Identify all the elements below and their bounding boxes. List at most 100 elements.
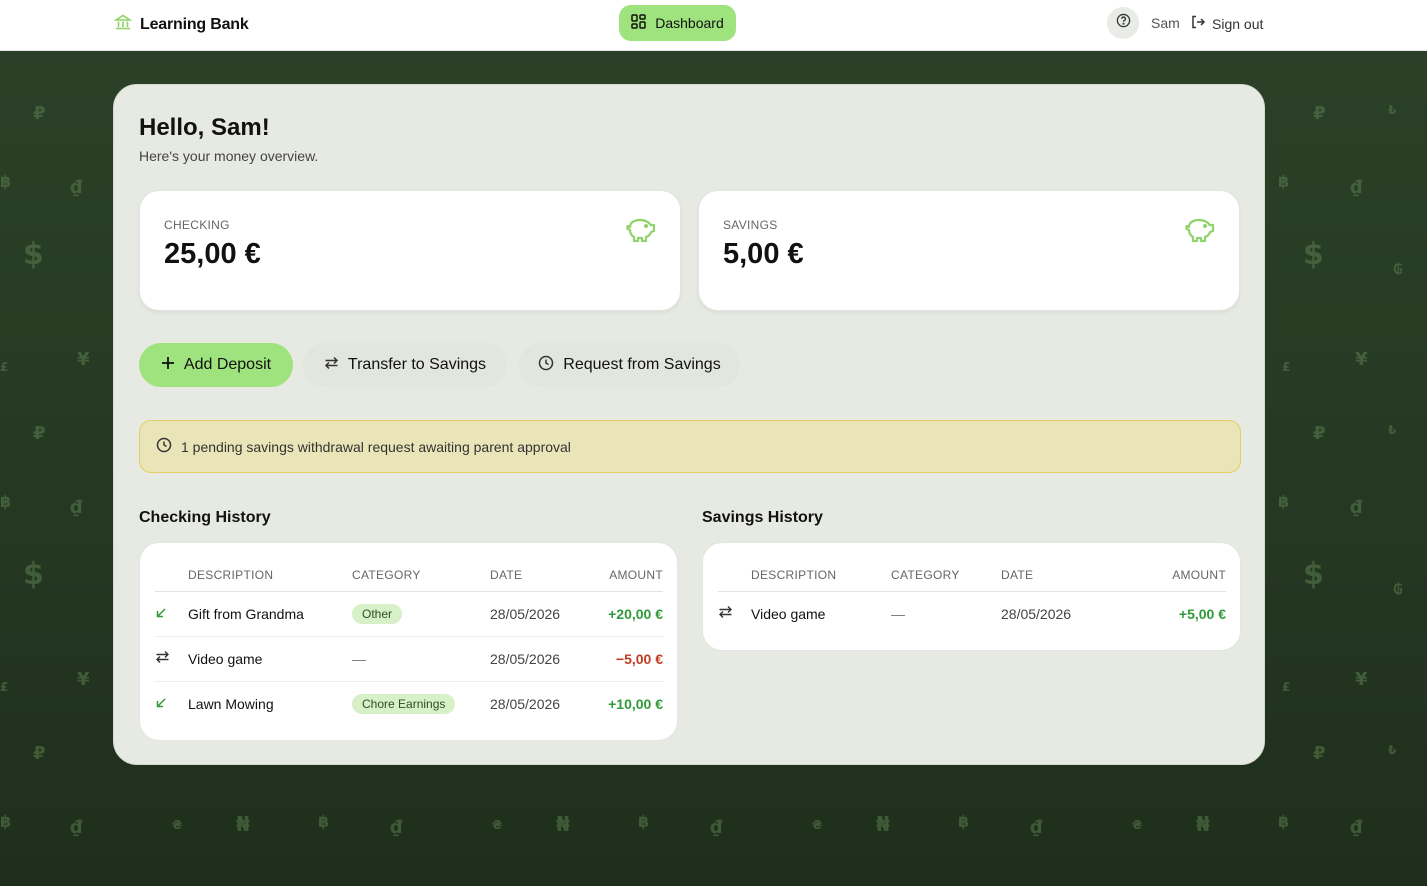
row-description: Lawn Mowing	[188, 695, 274, 712]
sign-out-button[interactable]: Sign out	[1190, 14, 1263, 33]
currency-glyph: ฿	[1278, 492, 1290, 511]
currency-glyph: ฿	[958, 812, 970, 831]
currency-glyph: ₽	[33, 423, 46, 444]
currency-glyph: ฿	[1278, 812, 1290, 831]
col-description[interactable]: DESCRIPTION	[188, 559, 352, 592]
currency-glyph: ₫	[1350, 177, 1363, 198]
currency-glyph: £	[0, 680, 9, 694]
help-button[interactable]	[1107, 7, 1139, 39]
add-deposit-button[interactable]: Add Deposit	[139, 343, 293, 387]
currency-glyph: $	[1303, 557, 1324, 592]
row-amount: +10,00 €	[608, 695, 663, 712]
transfer-arrows-icon	[324, 356, 339, 375]
dashboard-panel: Hello, Sam! Here's your money overview. …	[113, 84, 1265, 765]
currency-glyph: ฿	[638, 812, 650, 831]
row-category: Other	[352, 591, 490, 637]
currency-glyph: ₽	[1313, 423, 1326, 444]
row-description: Video game	[751, 605, 826, 622]
sign-out-icon	[1190, 14, 1206, 33]
transfer-icon	[718, 591, 751, 636]
transfer-to-savings-button[interactable]: Transfer to Savings	[303, 343, 507, 387]
table-row[interactable]: Gift from Grandma Other 28/05/2026 +20,0…	[155, 591, 663, 637]
clock-icon	[156, 437, 172, 456]
col-description[interactable]: DESCRIPTION	[751, 559, 891, 592]
deposit-arrow-icon	[155, 681, 188, 726]
row-date: 28/05/2026	[1001, 605, 1072, 622]
table-row[interactable]: Lawn Mowing Chore Earnings 28/05/2026 +1…	[155, 681, 663, 726]
table-header-row: DESCRIPTION CATEGORY DATE AMOUNT	[718, 559, 1226, 592]
currency-glyph: ₫	[1350, 817, 1363, 838]
col-icon	[155, 559, 188, 592]
currency-glyph: $	[23, 557, 44, 592]
currency-glyph: ₽	[1313, 743, 1326, 764]
row-description: Video game	[188, 636, 352, 682]
help-circle-icon	[1116, 13, 1131, 33]
savings-balance-card: SAVINGS 5,00 €	[698, 190, 1240, 311]
currency-glyph: ₦	[236, 812, 250, 836]
col-category[interactable]: CATEGORY	[352, 559, 490, 592]
user-name: Sam	[1151, 15, 1180, 31]
request-label: Request from Savings	[563, 356, 721, 373]
add-deposit-label: Add Deposit	[183, 356, 272, 373]
currency-glyph: ฿	[0, 172, 12, 191]
sign-out-label: Sign out	[1212, 15, 1264, 32]
category-badge: Other	[352, 603, 403, 624]
row-category: Chore Earnings	[352, 681, 490, 726]
currency-glyph: ₦	[876, 812, 890, 836]
savings-amount: 5,00 €	[723, 238, 804, 270]
greeting-title: Hello, Sam!	[139, 114, 270, 141]
nav-dashboard-label: Dashboard	[655, 15, 724, 31]
nav-dashboard-button[interactable]: Dashboard	[619, 5, 736, 41]
transfer-icon	[155, 636, 188, 682]
currency-glyph: ₺	[1388, 743, 1397, 757]
request-from-savings-button[interactable]: Request from Savings	[519, 343, 740, 387]
currency-glyph: £	[0, 360, 9, 374]
currency-glyph: £	[1282, 360, 1291, 374]
alert-text: 1 pending savings withdrawal request awa…	[181, 438, 571, 455]
pending-request-alert: 1 pending savings withdrawal request awa…	[139, 420, 1241, 473]
table-row[interactable]: Video game — 28/05/2026 −5,00 €	[155, 636, 663, 682]
currency-glyph: ₫	[1350, 497, 1363, 518]
deposit-arrow-icon	[155, 591, 188, 637]
transfer-label: Transfer to Savings	[347, 356, 487, 373]
currency-glyph: ₴	[1132, 818, 1143, 832]
checking-balance-card: CHECKING 25,00 €	[139, 190, 681, 311]
col-amount[interactable]: AMOUNT	[583, 559, 663, 592]
col-category[interactable]: CATEGORY	[891, 559, 1001, 592]
table-row[interactable]: Video game — 28/05/2026 +5,00 €	[718, 591, 1226, 636]
currency-glyph: ₫	[1030, 817, 1043, 838]
col-amount[interactable]: AMOUNT	[1136, 559, 1226, 592]
checking-label: CHECKING	[164, 218, 230, 232]
col-date[interactable]: DATE	[490, 559, 583, 592]
currency-glyph: ฿	[0, 492, 12, 511]
checking-amount: 25,00 €	[164, 238, 261, 270]
row-date: 28/05/2026	[490, 695, 561, 712]
currency-glyph: ₦	[556, 812, 570, 836]
currency-glyph: ₽	[33, 103, 46, 124]
row-amount: +20,00 €	[583, 591, 663, 637]
brand-logo-link[interactable]: Learning Bank	[113, 13, 249, 36]
plus-icon	[161, 356, 175, 375]
row-amount: +5,00 €	[1178, 605, 1226, 622]
currency-glyph: ₽	[33, 743, 46, 764]
currency-glyph: ₫	[70, 817, 83, 838]
savings-label: SAVINGS	[723, 218, 778, 232]
table-header-row: DESCRIPTION CATEGORY DATE AMOUNT	[155, 559, 663, 592]
top-navbar: Learning Bank Dashboard Sam Sign out	[0, 0, 1427, 51]
category-badge: Chore Earnings	[352, 693, 456, 714]
currency-glyph: ₺	[1388, 103, 1397, 117]
currency-glyph: $	[1303, 237, 1324, 272]
row-description: Gift from Grandma	[188, 591, 352, 637]
bank-icon	[113, 13, 133, 36]
savings-history-table: DESCRIPTION CATEGORY DATE AMOUNT Video g…	[718, 559, 1226, 636]
currency-glyph: ₫	[390, 817, 403, 838]
row-amount: −5,00 €	[583, 636, 663, 682]
checking-history-title: Checking History	[139, 509, 271, 526]
col-date[interactable]: DATE	[1001, 559, 1136, 592]
row-date: 28/05/2026	[490, 636, 583, 682]
currency-glyph: ₲	[1393, 582, 1403, 598]
currency-glyph: ₺	[1388, 423, 1397, 437]
currency-glyph: £	[1282, 680, 1291, 694]
currency-glyph: ₴	[172, 818, 183, 832]
currency-glyph: ¥	[1355, 669, 1368, 690]
